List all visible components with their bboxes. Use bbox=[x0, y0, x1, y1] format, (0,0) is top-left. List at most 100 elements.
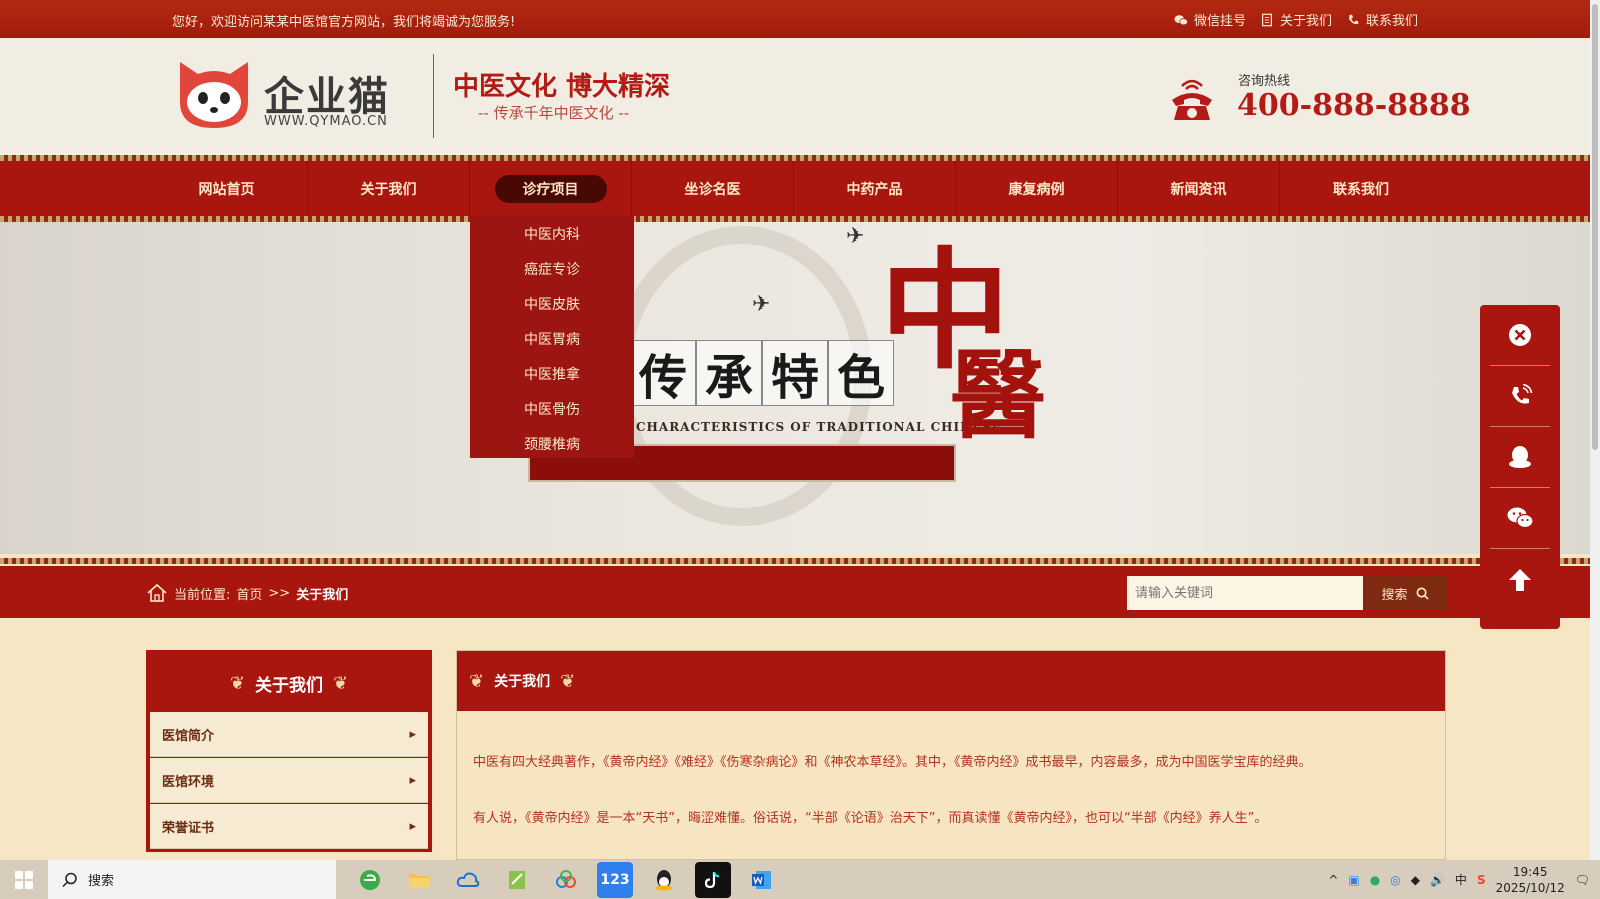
top-bar: 您好，欢迎访问某某中医馆官方网站，我们将竭诚为您服务! 微信挂号 关于我们 联系… bbox=[0, 0, 1600, 38]
main-nav: 网站首页 关于我们 诊疗项目 坐诊名医 中药产品 康复病例 新闻资讯 联系我们 bbox=[0, 161, 1600, 216]
scrollbar-thumb[interactable] bbox=[1592, 4, 1598, 450]
tray-qq-icon[interactable]: ◆ bbox=[1411, 873, 1420, 887]
notification-icon[interactable]: 🗨 bbox=[1575, 873, 1590, 887]
sidebar-item-environment[interactable]: 医馆环境 ▸ bbox=[150, 758, 428, 803]
taskbar-search[interactable]: 搜索 bbox=[48, 860, 336, 899]
nav-item-home[interactable]: 网站首页 bbox=[146, 161, 308, 216]
dropdown-item-internal-medicine[interactable]: 中医内科 bbox=[470, 216, 634, 251]
search-input[interactable] bbox=[1127, 576, 1363, 610]
nav-label: 诊疗项目 bbox=[494, 174, 607, 203]
taskbar-tiktok-icon[interactable] bbox=[695, 861, 731, 898]
dropdown-item-spine[interactable]: 颈腰椎病 bbox=[470, 426, 634, 461]
site-header: 企业猫 WWW.QYMAO.CN 中医文化 博大精深 -- 传承千年中医文化 -… bbox=[0, 38, 1600, 156]
cat-logo-icon bbox=[180, 62, 248, 128]
welcome-text: 您好，欢迎访问某某中医馆官方网站，我们将竭诚为您服务! bbox=[172, 15, 516, 30]
windows-logo-icon bbox=[15, 870, 33, 889]
dropdown-item-massage[interactable]: 中医推拿 bbox=[470, 356, 634, 391]
phone-icon bbox=[1349, 14, 1359, 24]
breadcrumb-current: 关于我们 bbox=[296, 587, 349, 603]
float-back-to-top-button[interactable] bbox=[1490, 549, 1550, 610]
cloud-ornament-icon: ❦ bbox=[229, 672, 245, 694]
search-form: 搜索 bbox=[1127, 576, 1447, 610]
slogan-sub: -- 传承千年中医文化 -- bbox=[478, 104, 630, 122]
crane-icon: ✈ bbox=[846, 224, 865, 249]
hero-banner: ✈ ✈ 传 承 特 色 CHARACTERISTICS OF TRADITION… bbox=[0, 222, 1590, 554]
chevron-up-icon[interactable]: ^ bbox=[1328, 873, 1338, 887]
dropdown-item-bone[interactable]: 中医骨伤 bbox=[470, 391, 634, 426]
sidebar-item-label: 医馆环境 bbox=[162, 774, 215, 790]
start-button[interactable] bbox=[0, 860, 48, 899]
taskbar-cloud-icon[interactable] bbox=[450, 862, 486, 898]
taskbar-browser-icon[interactable] bbox=[352, 862, 388, 898]
taskbar-clock[interactable]: 19:45 2025/10/12 bbox=[1496, 864, 1565, 896]
sidebar-item-certificates[interactable]: 荣誉证书 ▸ bbox=[150, 804, 428, 849]
folder-icon bbox=[409, 873, 429, 888]
nav-item-products[interactable]: 中药产品 bbox=[794, 161, 956, 216]
float-close-button[interactable] bbox=[1490, 305, 1550, 366]
taskbar-word-icon[interactable] bbox=[744, 862, 780, 898]
tray-netdisk-icon[interactable]: ◎ bbox=[1390, 873, 1400, 887]
float-phone-button[interactable] bbox=[1490, 366, 1550, 427]
notepad-icon bbox=[509, 870, 525, 889]
netdisk-icon bbox=[556, 869, 576, 888]
taskbar-baidu-netdisk-icon[interactable] bbox=[548, 862, 584, 898]
tray-sogou-icon[interactable]: S bbox=[1477, 873, 1486, 887]
banner-motto: 传 承 特 色 bbox=[630, 340, 894, 406]
search-button[interactable]: 搜索 bbox=[1363, 576, 1447, 610]
sidebar-item-label: 医馆简介 bbox=[162, 728, 215, 744]
clock-date: 2025/10/12 bbox=[1495, 880, 1565, 895]
top-link-wechat-register[interactable]: 微信挂号 bbox=[1174, 10, 1246, 29]
top-link-contact[interactable]: 联系我们 bbox=[1346, 10, 1418, 29]
floating-contact-bar bbox=[1480, 305, 1560, 629]
breadcrumb-label: 当前位置: bbox=[174, 587, 231, 603]
hotline-number: 400-888-8888 bbox=[1237, 88, 1471, 123]
search-icon bbox=[62, 872, 77, 887]
breadcrumb-separator: >> bbox=[268, 585, 291, 601]
cloud-ornament-icon: ❦ bbox=[333, 672, 349, 694]
phone-icon bbox=[1512, 383, 1533, 404]
tiktok-icon bbox=[704, 871, 720, 888]
tray-wechat-icon[interactable]: ● bbox=[1370, 873, 1380, 887]
header-divider bbox=[433, 54, 434, 138]
dropdown-item-stomach[interactable]: 中医胃病 bbox=[470, 321, 634, 356]
volume-icon[interactable]: 🔊 bbox=[1430, 873, 1445, 887]
cloud-icon bbox=[456, 872, 480, 887]
page-scrollbar[interactable] bbox=[1590, 0, 1600, 860]
breadcrumb-home[interactable]: 首页 bbox=[236, 584, 262, 603]
dropdown-item-skin[interactable]: 中医皮肤 bbox=[470, 286, 634, 321]
taskbar-notepad-icon[interactable] bbox=[499, 862, 535, 898]
nav-label: 网站首页 bbox=[198, 181, 255, 198]
main-title: ❦ 关于我们 ❦ bbox=[457, 651, 1445, 711]
nav-item-doctors[interactable]: 坐诊名医 bbox=[632, 161, 794, 216]
close-icon bbox=[1509, 324, 1531, 346]
tray-123-icon[interactable]: ▣ bbox=[1348, 873, 1359, 887]
sidebar-title: ❦ 关于我们 ❦ bbox=[150, 654, 428, 712]
taskbar-123-icon[interactable]: 123 bbox=[597, 861, 633, 898]
taskbar-search-label: 搜索 bbox=[88, 874, 115, 889]
cloud-ornament-icon: ❦ bbox=[469, 670, 485, 692]
float-qq-button[interactable] bbox=[1490, 427, 1550, 488]
caret-right-icon: ▸ bbox=[409, 818, 416, 834]
site-logo[interactable]: 企业猫 WWW.QYMAO.CN bbox=[174, 58, 406, 142]
nav-label: 关于我们 bbox=[360, 181, 417, 198]
nav-label: 中药产品 bbox=[846, 181, 903, 198]
cloud-ornament-icon: ❦ bbox=[560, 670, 576, 692]
content-paragraph: 中医有四大经典著作，《黄帝内经》《难经》《伤寒杂病论》和《神农本草经》。其中，《… bbox=[473, 755, 1312, 770]
float-wechat-button[interactable] bbox=[1490, 488, 1550, 549]
nav-item-about[interactable]: 关于我们 bbox=[308, 161, 470, 216]
nav-item-treatments[interactable]: 诊疗项目 bbox=[470, 161, 632, 216]
nav-item-news[interactable]: 新闻资讯 bbox=[1118, 161, 1280, 216]
search-icon bbox=[1416, 587, 1429, 600]
nav-item-contact[interactable]: 联系我们 bbox=[1280, 161, 1442, 216]
hotline-label: 咨询热线 bbox=[1238, 74, 1291, 89]
breadcrumb-bar: 当前位置: 首页 >> 关于我们 搜索 bbox=[0, 566, 1600, 618]
ime-indicator[interactable]: 中 bbox=[1455, 871, 1467, 888]
sidebar-item-intro[interactable]: 医馆简介 ▸ bbox=[150, 712, 428, 757]
dropdown-item-cancer[interactable]: 癌症专诊 bbox=[470, 251, 634, 286]
taskbar-qq-icon[interactable] bbox=[646, 862, 682, 898]
taskbar-file-explorer-icon[interactable] bbox=[401, 862, 437, 898]
top-link-about[interactable]: 关于我们 bbox=[1260, 10, 1332, 29]
telephone-icon bbox=[1172, 79, 1212, 120]
nav-item-cases[interactable]: 康复病例 bbox=[956, 161, 1118, 216]
main-title-text: 关于我们 bbox=[494, 674, 551, 690]
